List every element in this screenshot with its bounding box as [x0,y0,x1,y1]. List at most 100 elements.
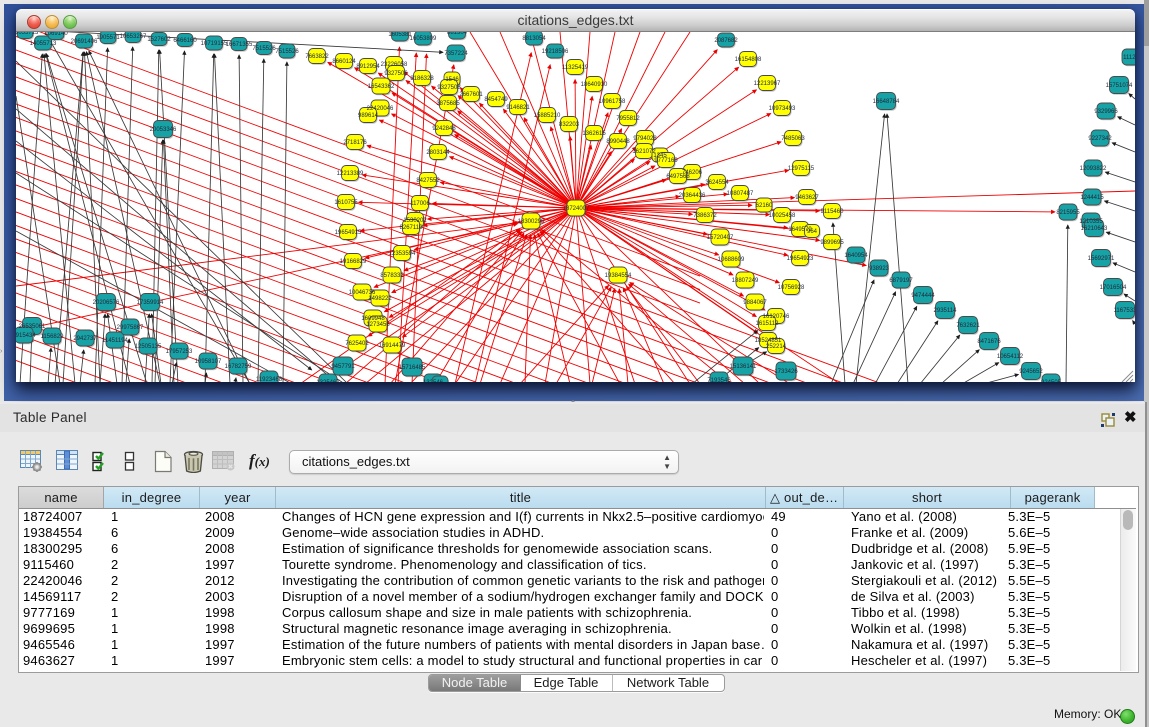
svg-text:16782759: 16782759 [225,364,252,370]
svg-text:19654915: 19654915 [335,230,362,236]
svg-text:12213967: 12213967 [754,81,781,87]
svg-text:881304: 881304 [447,32,468,36]
svg-text:1530202: 1530202 [403,218,427,224]
svg-text:8427552: 8427552 [416,178,440,184]
svg-text:20053346: 20053346 [150,127,177,133]
svg-text:7193546: 7193546 [707,378,731,382]
svg-text:1733426: 1733426 [774,369,798,375]
svg-text:26535061: 26535061 [19,324,46,330]
svg-text:2718176: 2718176 [343,140,367,146]
svg-text:10653267: 10653267 [120,34,147,40]
svg-text:1273456: 1273456 [366,322,390,328]
svg-text:11325419: 11325419 [562,65,589,71]
svg-text:9327506: 9327506 [384,71,408,77]
svg-text:6879197: 6879197 [889,278,913,284]
svg-text:9227342: 9227342 [1088,136,1112,142]
svg-text:1615112: 1615112 [756,321,780,327]
svg-text:1640954: 1640954 [844,253,868,259]
svg-text:23226058: 23226058 [381,62,408,68]
svg-text:12353594: 12353594 [389,251,416,257]
svg-text:7357224: 7357224 [444,51,468,57]
svg-text:16055713: 16055713 [16,32,39,36]
svg-text:8186328: 8186328 [410,76,434,82]
svg-text:1610755: 1610755 [334,200,358,206]
svg-text:7386372: 7386372 [693,213,717,219]
svg-text:1156829: 1156829 [41,334,65,340]
svg-text:1905571: 1905571 [96,35,120,41]
svg-text:7632621: 7632621 [956,323,980,329]
svg-text:10719155: 10719155 [201,41,228,47]
svg-text:1325467: 1325467 [316,380,340,382]
svg-text:12093822: 12093822 [1080,166,1107,172]
svg-text:3624554: 3624554 [705,180,729,186]
svg-text:19654923: 19654923 [787,256,814,262]
svg-text:12213389: 12213389 [337,171,364,177]
svg-text:2667601: 2667601 [459,92,483,98]
svg-text:832203: 832203 [559,122,580,128]
svg-text:62160: 62160 [756,203,773,209]
svg-text:9794028: 9794028 [633,136,657,142]
svg-text:10961758: 10961758 [599,99,626,105]
svg-text:10807487: 10807487 [727,191,754,197]
svg-text:252214: 252214 [766,344,787,350]
svg-text:1546: 1546 [445,77,459,83]
svg-text:1167533: 1167533 [1114,308,1135,314]
svg-text:15720407: 15720407 [707,235,734,241]
svg-text:15136141: 15136141 [730,364,757,370]
svg-text:15751074: 15751074 [1106,83,1133,89]
svg-text:22420046: 22420046 [367,106,394,112]
svg-text:10958107: 10958107 [195,359,222,365]
svg-text:7515526: 7515526 [252,46,276,52]
svg-text:7625402: 7625402 [345,341,369,347]
svg-text:17016504: 17016504 [1100,285,1127,291]
svg-text:6497568: 6497568 [666,174,690,180]
svg-text:1362615: 1362615 [582,131,606,137]
svg-text:117006: 117006 [410,201,430,207]
svg-text:7485063: 7485063 [781,136,805,142]
svg-text:17957253: 17957253 [166,349,193,355]
svg-text:964: 964 [807,229,818,235]
svg-text:8215955: 8215955 [1056,210,1080,216]
svg-text:2942737: 2942737 [73,336,97,342]
svg-text:938923: 938923 [869,266,890,272]
svg-text:18807249: 18807249 [732,278,759,284]
svg-text:11123: 11123 [1123,55,1135,61]
svg-text:2935114: 2935114 [934,308,958,314]
svg-text:16120746: 16120746 [763,314,790,320]
svg-text:8267110: 8267110 [400,225,424,231]
svg-text:9242848: 9242848 [432,126,456,132]
svg-text:19384554: 19384554 [605,273,632,279]
svg-text:7955812: 7955812 [616,116,640,122]
svg-text:10654112: 10654112 [997,354,1024,360]
svg-text:2069140: 2069140 [44,32,68,37]
svg-text:9777169: 9777169 [654,158,678,164]
svg-text:9457791: 9457791 [331,364,355,370]
svg-text:10025458: 10025458 [769,213,796,219]
svg-text:19218506: 19218506 [542,49,569,55]
svg-text:2803144: 2803144 [426,150,450,156]
svg-text:16154808: 16154808 [735,57,762,63]
svg-text:15692971: 15692971 [1088,256,1115,262]
svg-text:3915434: 3915434 [16,333,36,339]
svg-text:15716485: 15716485 [399,365,426,371]
svg-text:9474444: 9474444 [911,293,935,299]
svg-text:18300295: 18300295 [518,219,545,225]
svg-text:9245652: 9245652 [1019,369,1043,375]
svg-text:20691406: 20691406 [71,39,98,45]
svg-text:16210643: 16210643 [1081,226,1108,232]
svg-text:8454749: 8454749 [484,97,508,103]
svg-text:2087682: 2087682 [714,38,738,44]
svg-text:16914479: 16914479 [379,343,406,349]
svg-text:18724007: 18724007 [563,206,590,212]
svg-text:20364436: 20364436 [679,193,706,199]
svg-text:9884067: 9884067 [743,300,767,306]
svg-text:1498222: 1498222 [368,296,392,302]
svg-text:16053809: 16053809 [410,36,437,42]
svg-text:7515526: 7515526 [275,49,299,55]
svg-text:132546: 132546 [423,380,444,382]
svg-text:16671355: 16671355 [226,42,253,48]
svg-text:8578332: 8578332 [380,273,404,279]
svg-text:9327508: 9327508 [437,85,461,91]
svg-text:12505135: 12505135 [135,344,162,350]
svg-text:11451194: 11451194 [102,338,128,344]
